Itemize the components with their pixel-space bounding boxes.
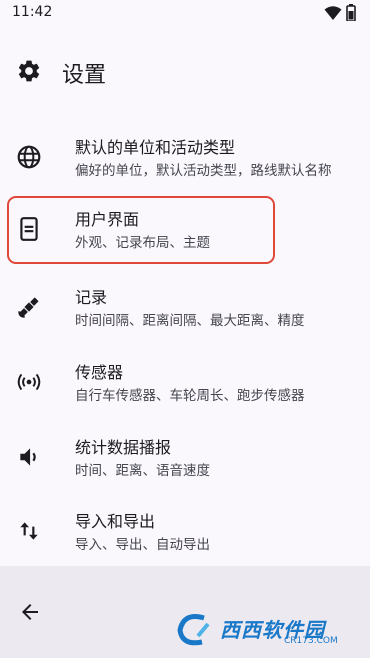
status-bar: 11:42 bbox=[0, 0, 370, 26]
item-title: 导入和导出 bbox=[75, 512, 156, 531]
settings-item-recording[interactable]: 记录 时间间隔、距离间隔、最大距离、精度 bbox=[0, 278, 370, 338]
status-time: 11:42 bbox=[12, 4, 53, 20]
settings-item-import-export[interactable]: 导入和导出 导入、导出、自动导出 bbox=[0, 502, 370, 562]
wifi-icon bbox=[324, 5, 342, 20]
item-title: 记录 bbox=[75, 288, 108, 307]
item-title: 传感器 bbox=[75, 363, 124, 382]
back-arrow-icon[interactable] bbox=[18, 600, 42, 624]
speaker-icon bbox=[20, 448, 36, 466]
settings-item-announcements[interactable]: 统计数据播报 时间、距离、语音速度 bbox=[0, 428, 370, 488]
page-title: 设置 bbox=[62, 63, 107, 88]
item-subtitle: 偏好的单位，默认活动类型，路线默认名称 bbox=[75, 163, 332, 179]
watermark-sub: CR173.COM bbox=[284, 636, 338, 646]
globe-icon bbox=[17, 145, 41, 169]
item-subtitle: 导入、导出、自动导出 bbox=[75, 537, 210, 553]
watermark-logo bbox=[177, 614, 210, 646]
highlight-frame bbox=[7, 196, 275, 264]
item-subtitle: 时间间隔、距离间隔、最大距离、精度 bbox=[75, 313, 305, 329]
item-subtitle: 时间、距离、语音速度 bbox=[75, 463, 210, 479]
settings-item-defaults[interactable]: 默认的单位和活动类型 偏好的单位，默认活动类型，路线默认名称 bbox=[0, 128, 370, 188]
settings-header: 设置 bbox=[0, 48, 370, 94]
gear-icon bbox=[18, 60, 40, 82]
watermark: 西西软件园 CR173.COM bbox=[174, 610, 364, 650]
settings-item-sensors[interactable]: 传感器 自行车传感器、车轮周长、跑步传感器 bbox=[0, 353, 370, 413]
item-title: 统计数据播报 bbox=[75, 438, 172, 457]
status-icons bbox=[324, 4, 356, 21]
sensor-signal-icon bbox=[17, 373, 41, 391]
item-subtitle: 自行车传感器、车轮周长、跑步传感器 bbox=[75, 388, 305, 404]
import-export-icon bbox=[20, 522, 38, 540]
item-title: 默认的单位和活动类型 bbox=[75, 138, 236, 157]
satellite-icon bbox=[18, 297, 39, 318]
battery-icon bbox=[346, 4, 356, 21]
